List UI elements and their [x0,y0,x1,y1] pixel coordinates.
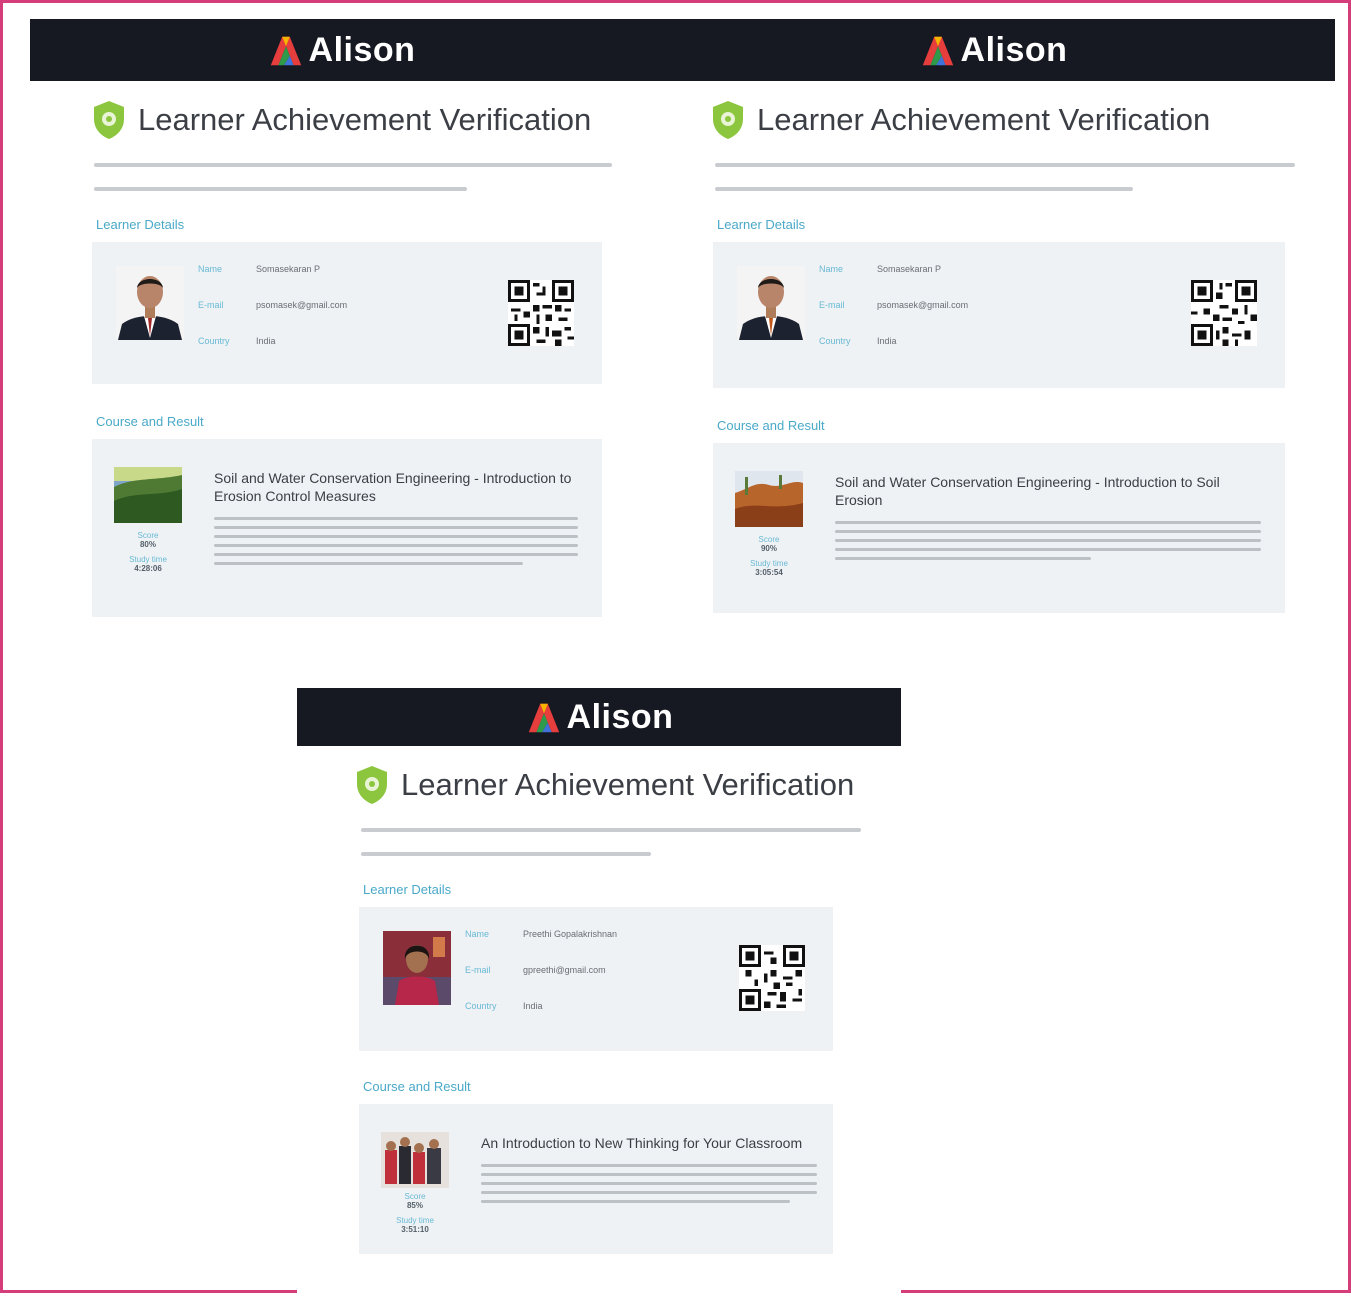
alison-logo: Alison [267,31,416,70]
learner-name: Preethi Gopalakrishnan [523,929,618,939]
shield-check-icon [357,766,387,804]
country-label: Country [465,1001,497,1011]
qr-code [508,280,574,346]
verification-heading: Learner Achievement Verification [355,764,901,806]
learner-details-label: Learner Details [717,217,806,232]
score-value: 80% [139,540,156,549]
course-title: Soil and Water Conservation Engineering … [214,470,572,504]
learner-details-label: Learner Details [96,217,185,232]
country-label: Country [198,336,230,346]
learner-name: Somasekaran P [877,264,942,274]
intro-paragraph [361,828,861,874]
brand-name: Alison [308,30,416,69]
shield-check-icon [94,101,124,139]
brand-name: Alison [960,30,1068,69]
course-thumbnail [735,471,803,527]
learner-name: Somasekaran P [256,264,321,274]
intro-paragraph [715,163,1295,209]
course-result-label: Course and Result [96,414,204,429]
course-result-panel: Score 90% Study time 3:05:54 Soil and Wa… [713,443,1285,613]
intro-paragraph [94,163,612,209]
qr-code [739,945,805,1011]
study-time-label: Study time [129,555,167,564]
study-time-label: Study time [396,1216,434,1225]
course-result-label: Course and Result [363,1079,471,1094]
study-time-value: 3:05:54 [755,568,783,577]
name-label: Name [819,264,844,274]
name-label: Name [198,264,223,274]
learner-details-panel: Name Somasekaran P E-mail psomasek@gmail.c… [713,242,1285,388]
learner-photo [116,266,184,340]
brand-name: Alison [566,697,674,736]
shield-check-icon [713,101,743,139]
course-thumbnail [114,467,182,523]
alison-logo: Alison [919,31,1068,70]
qr-code [1191,280,1257,346]
learner-country: India [523,1001,543,1011]
learner-details-label: Learner Details [363,882,452,897]
verification-heading: Learner Achievement Verification [711,99,1335,141]
header-bar: Alison [30,19,652,81]
header-bar: Alison [297,688,901,746]
page-title: Learner Achievement Verification [401,767,855,802]
email-label: E-mail [819,300,845,310]
certificate-1: Alison Learner Achievement Verification … [30,19,652,649]
learner-email: psomasek@gmail.com [877,300,969,310]
certificate-3: Alison Learner Achievement Verification … [297,688,901,1296]
course-description [835,521,1261,560]
name-label: Name [465,929,490,939]
alison-logo-icon [922,36,953,66]
learner-country: India [256,336,276,346]
email-label: E-mail [198,300,224,310]
alison-logo-icon [270,36,301,66]
verification-heading: Learner Achievement Verification [92,99,652,141]
course-result-label: Course and Result [717,418,825,433]
learner-country: India [877,336,897,346]
course-description [481,1164,817,1203]
course-title: Soil and Water Conservation Engineering … [835,474,1220,508]
study-time-label: Study time [750,559,788,568]
score-value: 85% [406,1201,423,1210]
page-title: Learner Achievement Verification [138,102,592,137]
course-thumbnail [381,1132,449,1188]
header-bar: Alison [651,19,1335,81]
country-label: Country [819,336,851,346]
learner-details-panel: Name Preethi Gopalakrishnan E-mail gpreeth… [359,907,833,1051]
study-time-value: 3:51:10 [401,1225,429,1234]
score-label: Score [137,531,159,540]
alison-logo: Alison [525,698,674,737]
score-label: Score [404,1192,426,1201]
learner-email: psomasek@gmail.com [256,300,348,310]
course-description [214,517,578,565]
learner-email: gpreethi@gmail.com [523,965,606,975]
score-value: 90% [760,544,777,553]
email-label: E-mail [465,965,491,975]
course-title: An Introduction to New Thinking for Your… [481,1135,803,1151]
alison-logo-icon [528,703,559,733]
course-result-panel: Score 80% Study time 4:28:06 Soil and Wa… [92,439,602,617]
learner-photo [383,931,451,1005]
study-time-value: 4:28:06 [134,564,162,573]
page-title: Learner Achievement Verification [757,102,1211,137]
score-label: Score [758,535,780,544]
certificate-2: Alison Learner Achievement Verification … [651,19,1335,649]
learner-details-panel: Name Somasekaran P E-mail psomasek@gmail.c… [92,242,602,384]
learner-photo [737,266,805,340]
course-result-panel: Score 85% Study time 3:51:10 An Introduc… [359,1104,833,1254]
